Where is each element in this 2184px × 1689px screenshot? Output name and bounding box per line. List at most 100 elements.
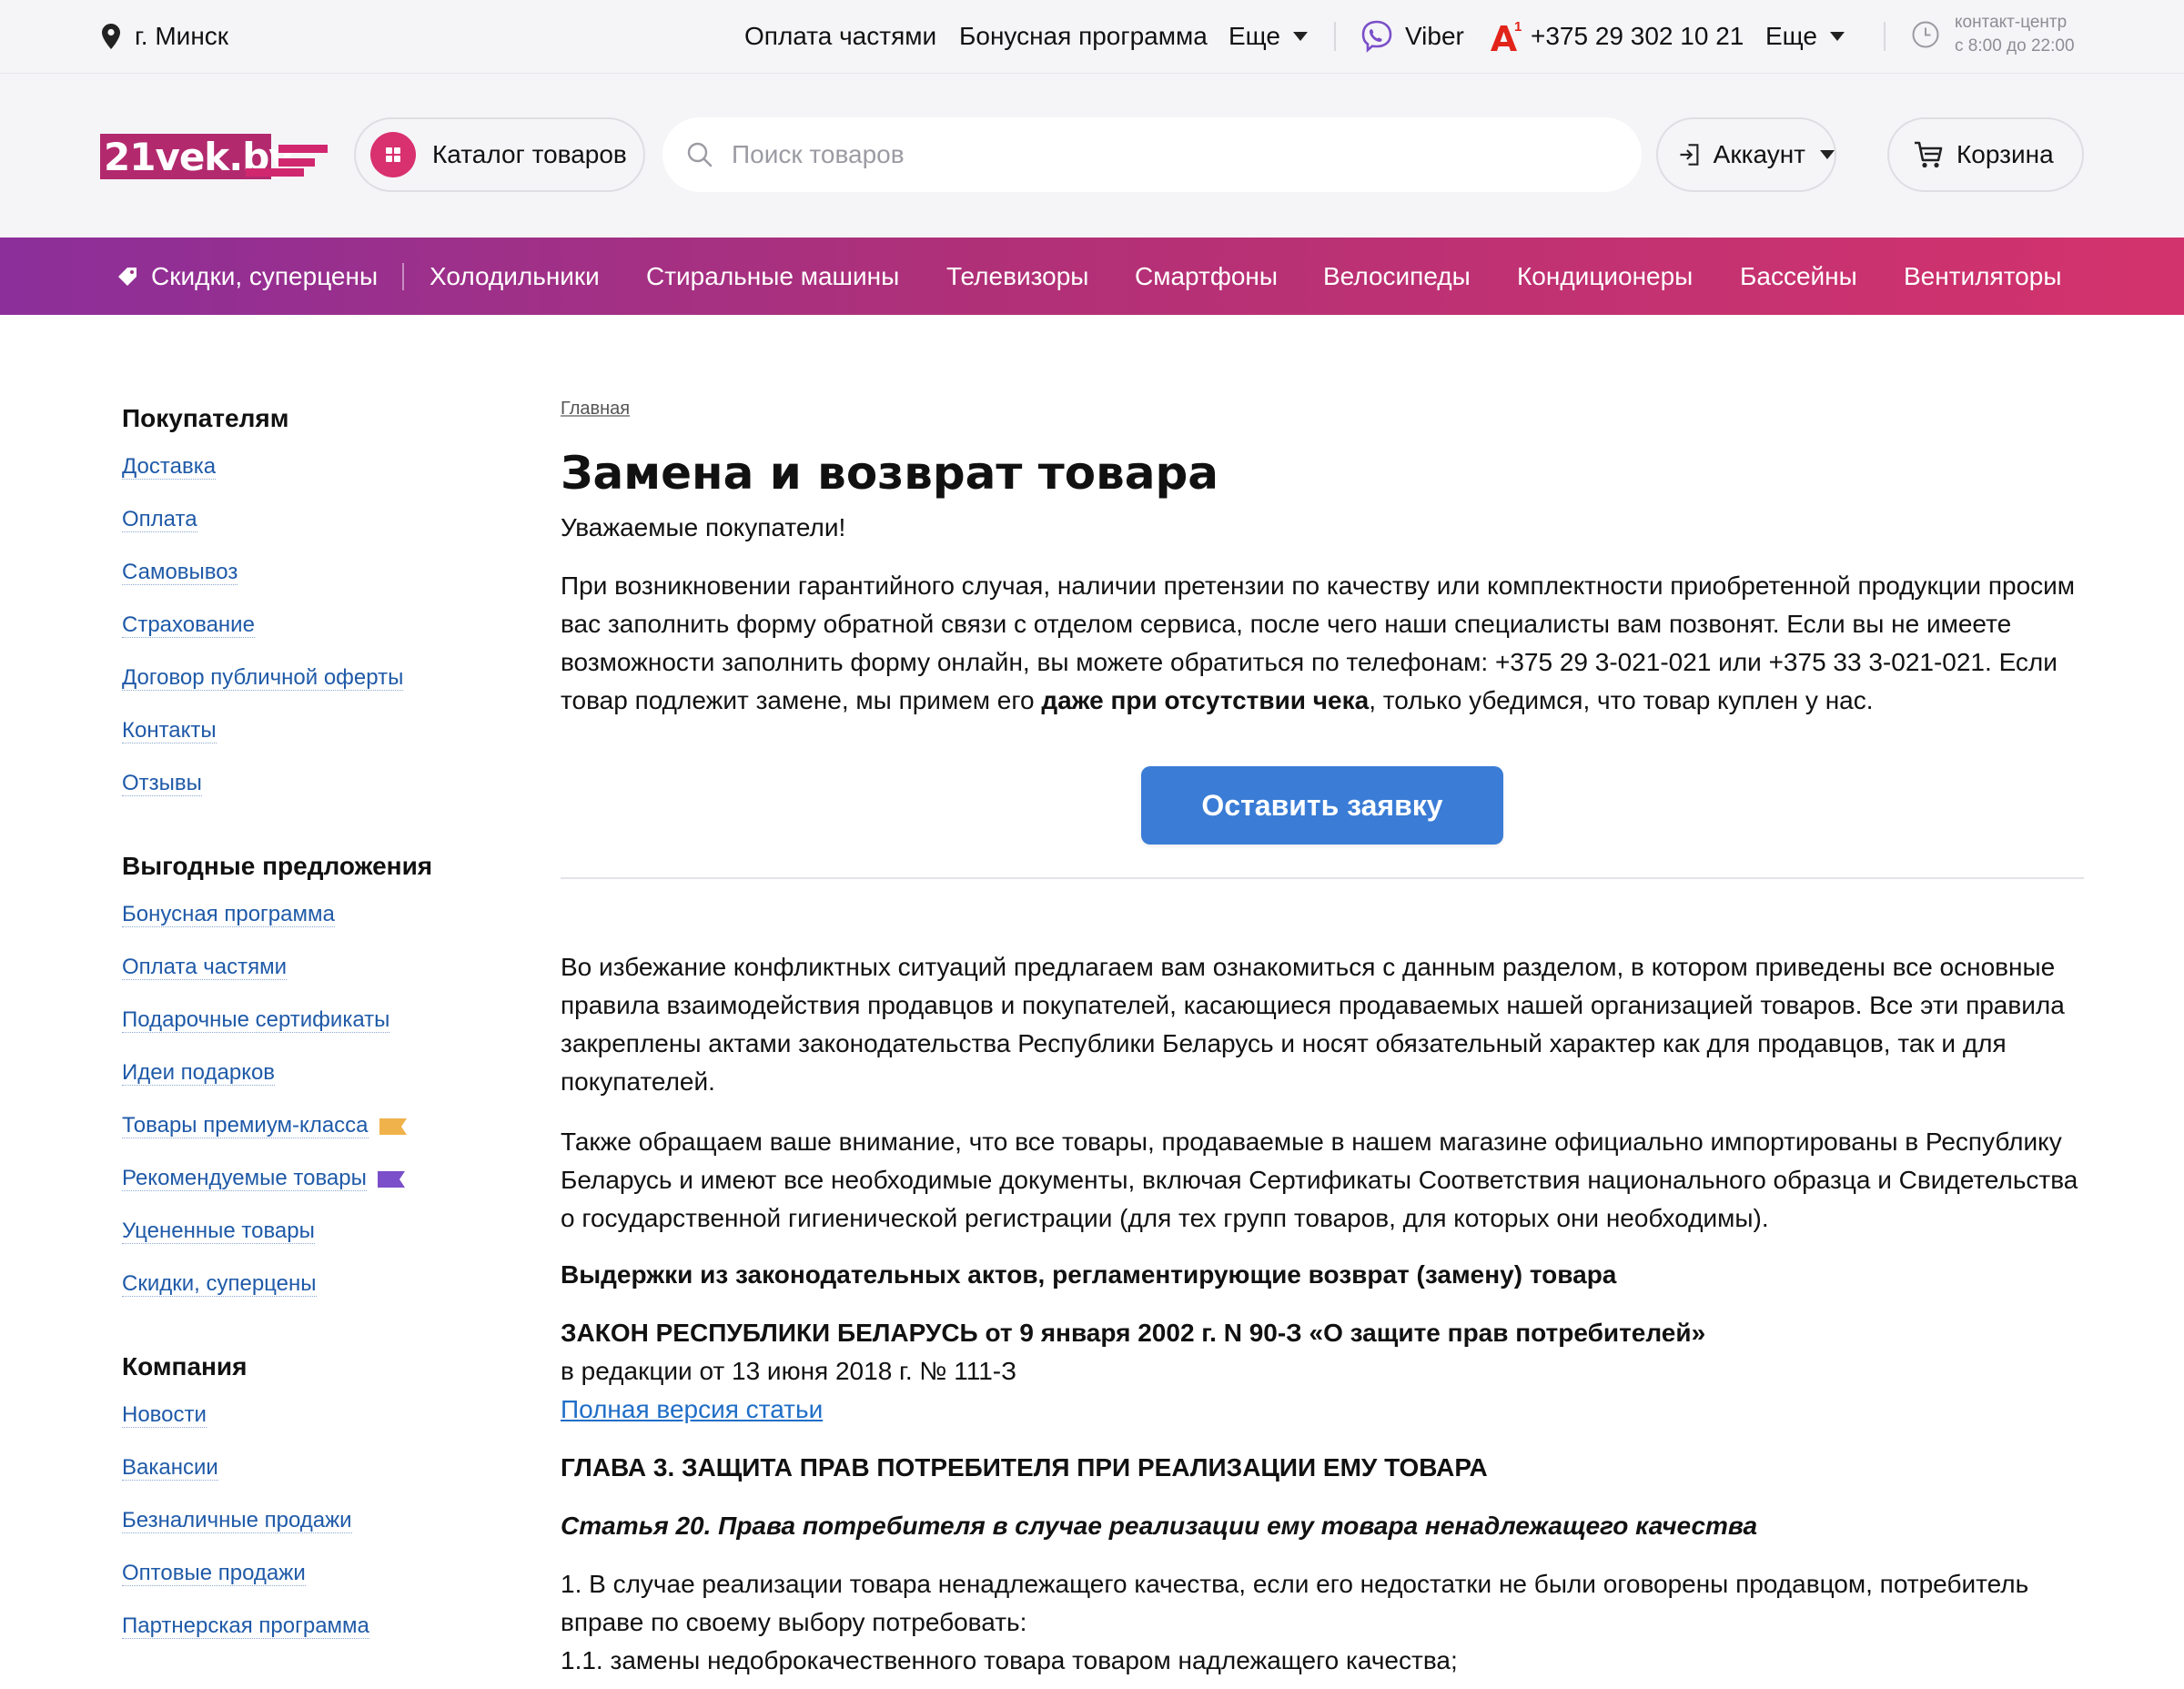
- chevron-down-icon: [1820, 150, 1835, 159]
- clock-icon: [1912, 21, 1939, 48]
- sidebar-link-cashless[interactable]: Безналичные продажи: [122, 1494, 522, 1547]
- sidebar: Покупателям Доставка Оплата Самовывоз Ст…: [122, 400, 522, 1653]
- contacts-more-label: Еще: [1765, 22, 1817, 50]
- page: г. Минск Оплата частями Бонусная програм…: [0, 0, 2184, 1689]
- catnav-label: Скидки, суперцены: [151, 261, 379, 290]
- sidebar-link-delivery[interactable]: Доставка: [122, 440, 522, 493]
- viber-link[interactable]: Viber: [1360, 0, 1464, 73]
- contact-center-hours: контакт-центр с 8:00 до 22:00: [1911, 11, 2075, 58]
- account-button[interactable]: Аккаунт: [1656, 117, 1836, 192]
- sidebar-link-insurance[interactable]: Страхование: [122, 599, 522, 652]
- catnav-label: Вентиляторы: [1904, 261, 2062, 290]
- cart-button[interactable]: Корзина: [1887, 117, 2084, 192]
- sidebar-link-sale[interactable]: Скидки, суперцены: [122, 1258, 522, 1310]
- topbar-link-label: Оплата частями: [744, 22, 937, 50]
- viber-icon: [1361, 20, 1392, 53]
- sidebar-link-partners[interactable]: Партнерская программа: [122, 1600, 522, 1653]
- sidebar-link-recommended[interactable]: Рекомендуемые товары: [122, 1152, 522, 1205]
- catalog-grid-icon: [370, 132, 416, 177]
- contacts-more-dropdown[interactable]: Еще: [1765, 0, 1845, 73]
- clause-1: 1. В случае реализации товара ненадлежащ…: [561, 1570, 2029, 1636]
- chapter-heading: ГЛАВА 3. ЗАЩИТА ПРАВ ПОТРЕБИТЕЛЯ ПРИ РЕА…: [561, 1453, 1488, 1482]
- catnav-item-air-conditioners[interactable]: Кондиционеры: [1517, 238, 1693, 315]
- header: 21vek.by Каталог товаров Аккаунт: [0, 74, 2184, 238]
- divider: [1884, 22, 1886, 51]
- topbar-more-label: Еще: [1228, 22, 1280, 50]
- sidebar-link-payment[interactable]: Оплата: [122, 493, 522, 546]
- sidebar-link-gift-certificates[interactable]: Подарочные сертификаты: [122, 994, 522, 1047]
- divider: [1334, 22, 1336, 51]
- catnav-item-washing-machines[interactable]: Стиральные машины: [646, 238, 899, 315]
- sidebar-link-offer[interactable]: Договор публичной оферты: [122, 652, 522, 704]
- catnav-label: Стиральные машины: [646, 261, 900, 290]
- tag-icon: [118, 267, 136, 286]
- catnav-label: Холодильники: [430, 261, 600, 290]
- svg-text:1: 1: [1514, 19, 1522, 35]
- sidebar-link-wholesale[interactable]: Оптовые продажи: [122, 1547, 522, 1600]
- catnav-label: Кондиционеры: [1517, 261, 1694, 290]
- law-edition: в редакции от 13 июня 2018 г. № 111-З: [561, 1357, 1017, 1385]
- login-icon: [1680, 144, 1699, 166]
- catalog-button[interactable]: Каталог товаров: [354, 117, 645, 192]
- hours-title: контакт-центр: [1955, 13, 2068, 32]
- sidebar-link-news[interactable]: Новости: [122, 1389, 522, 1441]
- category-nav: Скидки, суперцены Холодильники Стиральны…: [0, 238, 2184, 315]
- catnav-label: Смартфоны: [1135, 261, 1279, 290]
- sidebar-link-contacts[interactable]: Контакты: [122, 704, 522, 757]
- site-logo[interactable]: 21vek.by: [100, 134, 328, 188]
- sidebar-link-reviews[interactable]: Отзывы: [122, 757, 522, 810]
- topbar-link-installments[interactable]: Оплата частями: [744, 0, 936, 73]
- catnav-item-pools[interactable]: Бассейны: [1740, 238, 1857, 315]
- chevron-down-icon: [1829, 32, 1845, 41]
- sidebar-heading: Компания: [122, 1352, 248, 1381]
- greeting: Уважаемые покупатели!: [561, 513, 846, 541]
- main-content: Главная Замена и возврат товара Уважаемы…: [561, 399, 2084, 1674]
- catnav-item-tvs[interactable]: Телевизоры: [946, 238, 1088, 315]
- full-article-link[interactable]: Полная версия статьи: [561, 1395, 823, 1423]
- catnav-item-bicycles[interactable]: Велосипеды: [1323, 238, 1471, 315]
- recommended-flag-icon: [377, 1170, 405, 1188]
- account-label: Аккаунт: [1713, 140, 1805, 168]
- sidebar-link-gift-ideas[interactable]: Идеи подарков: [122, 1047, 522, 1099]
- phone-number: +375 29 302 10 21: [1531, 22, 1744, 50]
- divider: [561, 877, 2084, 879]
- phone-link[interactable]: 1 +375 29 302 10 21: [1489, 0, 1744, 73]
- top-bar: г. Минск Оплата частями Бонусная програм…: [0, 0, 2184, 74]
- intro-paragraph: При возникновении гарантийного случая, н…: [561, 571, 2076, 714]
- submit-request-button[interactable]: Оставить заявку: [1141, 766, 1503, 844]
- city-label: г. Минск: [135, 22, 229, 50]
- sidebar-link-bonus[interactable]: Бонусная программа: [122, 888, 522, 941]
- clause-1-1: 1.1. замены недоброкачественного товара …: [561, 1646, 1458, 1674]
- cart-icon: [1915, 141, 1943, 168]
- catnav-label: Телевизоры: [946, 261, 1089, 290]
- divider: [402, 263, 404, 290]
- topbar-more-dropdown[interactable]: Еще: [1228, 0, 1308, 73]
- sidebar-link-vacancies[interactable]: Вакансии: [122, 1441, 522, 1494]
- viber-label: Viber: [1405, 22, 1464, 50]
- premium-flag-icon: [379, 1118, 407, 1135]
- hours-range: с 8:00 до 22:00: [1955, 36, 2075, 56]
- search-input[interactable]: [730, 139, 1552, 170]
- city-selector[interactable]: г. Минск: [102, 0, 228, 73]
- catnav-item-fans[interactable]: Вентиляторы: [1904, 238, 2061, 315]
- catnav-item-smartphones[interactable]: Смартфоны: [1135, 238, 1278, 315]
- law-link-row: Полная версия статьи: [561, 1391, 2084, 1429]
- sidebar-link-installments[interactable]: Оплата частями: [122, 941, 522, 994]
- page-title: Замена и возврат товара: [561, 447, 1219, 500]
- catnav-label: Бассейны: [1740, 261, 1857, 290]
- import-paragraph: Также обращаем ваше внимание, что все то…: [561, 1128, 2078, 1232]
- sidebar-link-pickup[interactable]: Самовывоз: [122, 546, 522, 599]
- law-title: ЗАКОН РЕСПУБЛИКИ БЕЛАРУСЬ от 9 января 20…: [561, 1319, 1706, 1347]
- topbar-link-bonus[interactable]: Бонусная программа: [959, 0, 1208, 73]
- catalog-label: Каталог товаров: [432, 140, 627, 168]
- search-icon: [687, 142, 713, 167]
- breadcrumb[interactable]: Главная: [561, 399, 2084, 420]
- sidebar-link-premium[interactable]: Товары премиум-класса: [122, 1099, 522, 1152]
- catnav-item-refrigerators[interactable]: Холодильники: [430, 238, 600, 315]
- catnav-item-discounts[interactable]: Скидки, суперцены: [116, 238, 378, 315]
- sidebar-heading: Выгодные предложения: [122, 852, 433, 880]
- topbar-link-label: Бонусная программа: [959, 22, 1208, 50]
- excerpts-heading: Выдержки из законодательных актов, регла…: [561, 1260, 1617, 1289]
- sidebar-link-discounted[interactable]: Уцененные товары: [122, 1205, 522, 1258]
- a1-operator-logo: 1: [1489, 18, 1523, 55]
